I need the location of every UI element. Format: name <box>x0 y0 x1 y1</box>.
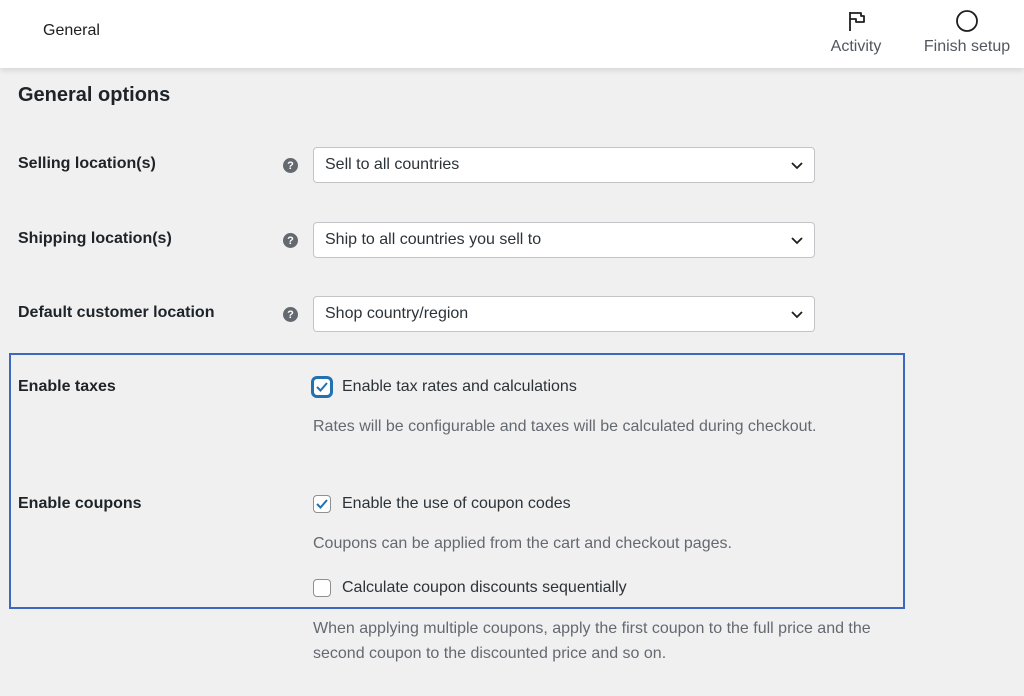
help-icon[interactable]: ? <box>283 307 298 322</box>
shipping-location-label: Shipping location(s) <box>18 230 172 247</box>
checkmark-icon <box>316 499 328 509</box>
enable-taxes-checkbox[interactable] <box>313 378 331 396</box>
activity-button[interactable]: Activity <box>826 8 886 56</box>
enable-coupons-checkbox-row[interactable]: Enable the use of coupon codes <box>313 495 571 513</box>
chevron-down-icon <box>791 162 803 170</box>
finish-setup-button[interactable]: Finish setup <box>920 8 1014 56</box>
flag-icon <box>826 8 886 34</box>
section-title: General options <box>18 84 171 106</box>
enable-taxes-checkbox-label: Enable tax rates and calculations <box>342 378 577 395</box>
enable-coupons-label: Enable coupons <box>18 495 142 512</box>
shipping-location-value: Ship to all countries you sell to <box>325 231 542 248</box>
enable-taxes-label: Enable taxes <box>18 378 116 395</box>
top-bar: General Activity Finish setup <box>0 0 1024 68</box>
sequential-description-line1: When applying multiple coupons, apply th… <box>313 620 871 637</box>
taxes-description: Rates will be configurable and taxes wil… <box>313 418 817 435</box>
sequential-coupons-description: When applying multiple coupons, apply th… <box>313 616 871 666</box>
sequential-coupons-checkbox-label: Calculate coupon discounts sequentially <box>342 579 627 596</box>
help-icon[interactable]: ? <box>283 233 298 248</box>
help-icon[interactable]: ? <box>283 158 298 173</box>
selling-location-label: Selling location(s) <box>18 155 156 172</box>
page-title: General <box>43 22 100 39</box>
chevron-down-icon <box>791 237 803 245</box>
enable-coupons-checkbox[interactable] <box>313 495 331 513</box>
sequential-coupons-checkbox-row[interactable]: Calculate coupon discounts sequentially <box>313 579 627 597</box>
sequential-description-line2: second coupon to the discounted price an… <box>313 645 667 662</box>
checkmark-icon <box>316 382 328 392</box>
chevron-down-icon <box>791 311 803 319</box>
coupons-description: Coupons can be applied from the cart and… <box>313 535 732 552</box>
selling-location-value: Sell to all countries <box>325 156 460 173</box>
finish-setup-label: Finish setup <box>923 38 1011 55</box>
circle-icon <box>920 8 1014 34</box>
sequential-coupons-checkbox[interactable] <box>313 579 331 597</box>
shipping-location-select[interactable]: Ship to all countries you sell to <box>313 222 815 258</box>
selling-location-select[interactable]: Sell to all countries <box>313 147 815 183</box>
enable-coupons-checkbox-label: Enable the use of coupon codes <box>342 495 571 512</box>
activity-label: Activity <box>830 38 882 55</box>
default-customer-location-label: Default customer location <box>18 304 215 321</box>
enable-taxes-checkbox-row[interactable]: Enable tax rates and calculations <box>313 378 577 396</box>
default-customer-location-select[interactable]: Shop country/region <box>313 296 815 332</box>
default-customer-location-value: Shop country/region <box>325 305 469 322</box>
